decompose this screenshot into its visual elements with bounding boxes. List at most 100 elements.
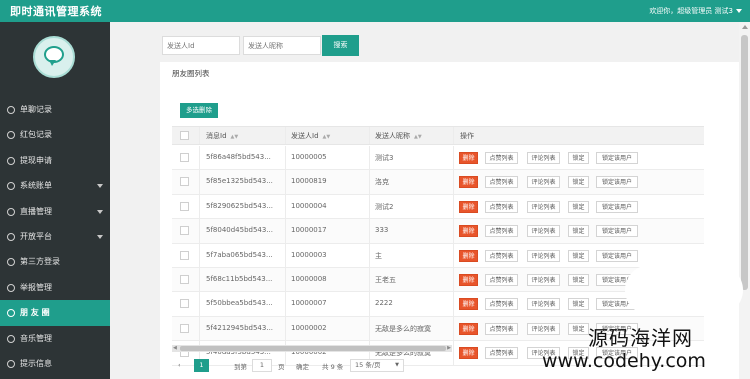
row-checkbox[interactable] — [180, 323, 189, 333]
header-sender-id[interactable]: 发送人Id ▲▼ — [291, 131, 330, 141]
sort-icon: ▲▼ — [322, 134, 331, 140]
cell-sender-name: 王老五 — [375, 276, 396, 284]
row-checkbox[interactable] — [180, 177, 189, 187]
cell-msg-id: 5f85e1325bd543... — [206, 177, 273, 186]
sidebar-item-6[interactable]: 第三方登录 — [0, 249, 110, 274]
likes-list-button[interactable]: 点赞列表 — [485, 200, 518, 213]
delete-button[interactable]: 删除 — [459, 176, 478, 189]
row-checkbox[interactable] — [180, 201, 189, 211]
lock-button[interactable]: 锁定 — [568, 200, 589, 213]
lock-user-button[interactable]: 锁定该用户 — [596, 152, 638, 164]
table-row: 5f8290625bd543... 10000004 测试2 删除 点赞列表 评论列表 锁定… — [172, 194, 704, 220]
table-row: 5f7aba065bd543... 10000003 主 删除 点赞列表 评论列表 锁定 锁定… — [172, 243, 704, 268]
lock-button[interactable]: 锁定 — [568, 249, 589, 262]
prev-page-button[interactable]: ‹ — [178, 361, 181, 369]
sidebar-item-2[interactable]: 提现申请 — [0, 148, 110, 173]
row-checkbox[interactable] — [180, 250, 189, 260]
row-checkbox[interactable] — [180, 153, 189, 162]
comments-list-button[interactable]: 评论列表 — [527, 298, 560, 311]
lock-button[interactable]: 锁定 — [568, 298, 589, 311]
cell-msg-id: 5f4212945bd543... — [206, 323, 274, 332]
sidebar-item-1[interactable]: 红包记录 — [0, 122, 110, 147]
scrollbar-thumb[interactable] — [741, 35, 748, 290]
sidebar-item-8[interactable]: 朋 友 圈 — [0, 300, 110, 326]
goto-label: 到第 — [234, 363, 247, 371]
sidebar-item-5[interactable]: 开放平台 — [0, 224, 110, 249]
vertical-scrollbar[interactable] — [739, 22, 750, 379]
delete-button[interactable]: 删除 — [459, 200, 478, 213]
cell-sender-id: 10000017 — [291, 226, 327, 235]
delete-button[interactable]: 删除 — [459, 152, 478, 164]
current-page[interactable]: 1 — [194, 359, 209, 372]
bulk-delete-button[interactable]: 多选删除 — [180, 103, 218, 118]
delete-button[interactable]: 删除 — [459, 249, 478, 262]
likes-list-button[interactable]: 点赞列表 — [485, 152, 518, 164]
cell-sender-name: 测试3 — [375, 154, 394, 162]
sidebar-item-label: 红包记录 — [20, 130, 52, 140]
sidebar-item-0[interactable]: 单聊记录 — [0, 97, 110, 122]
lock-button[interactable]: 锁定 — [568, 322, 589, 335]
likes-list-button[interactable]: 点赞列表 — [485, 347, 518, 360]
likes-list-button[interactable]: 点赞列表 — [485, 249, 518, 262]
goto-page-input[interactable]: 1 — [252, 359, 272, 372]
comments-list-button[interactable]: 评论列表 — [527, 200, 560, 213]
comments-list-button[interactable]: 评论列表 — [527, 274, 560, 286]
sender-name-input[interactable] — [243, 36, 321, 55]
circle-icon — [7, 131, 15, 140]
delete-button[interactable]: 删除 — [459, 347, 478, 360]
delete-button[interactable]: 删除 — [459, 298, 478, 311]
likes-list-button[interactable]: 点赞列表 — [485, 322, 518, 335]
sender-id-input[interactable] — [162, 36, 240, 55]
sidebar-item-10[interactable]: 提示信息 — [0, 351, 110, 376]
likes-list-button[interactable]: 点赞列表 — [485, 225, 518, 238]
sidebar-item-7[interactable]: 举报管理 — [0, 275, 110, 300]
circle-icon — [7, 182, 15, 191]
cell-sender-id: 10000007 — [291, 299, 327, 308]
lock-button[interactable]: 锁定 — [568, 176, 589, 189]
horizontal-scrollbar[interactable]: ◀ ▶ — [172, 345, 452, 352]
lock-user-button[interactable]: 锁定该用户 — [596, 249, 638, 262]
scroll-up-icon[interactable] — [742, 25, 748, 29]
sidebar-item-label: 单聊记录 — [20, 105, 52, 114]
lock-button[interactable]: 锁定 — [568, 152, 589, 164]
scroll-right-icon[interactable]: ▶ — [447, 345, 451, 352]
cell-sender-name: 2222 — [375, 299, 393, 308]
header-msg-id[interactable]: 消息Id ▲▼ — [206, 131, 238, 141]
delete-button[interactable]: 删除 — [459, 322, 478, 335]
lock-button[interactable]: 锁定 — [568, 225, 589, 238]
select-all-checkbox[interactable] — [180, 131, 189, 140]
cell-msg-id: 5f7aba065bd543... — [206, 250, 273, 259]
search-button[interactable]: 搜索 — [322, 35, 359, 56]
likes-list-button[interactable]: 点赞列表 — [485, 298, 518, 311]
lock-user-button[interactable]: 锁定该用户 — [596, 200, 638, 213]
comments-list-button[interactable]: 评论列表 — [527, 322, 560, 335]
lock-user-button[interactable]: 锁定该用户 — [596, 225, 638, 238]
likes-list-button[interactable]: 点赞列表 — [485, 274, 518, 286]
lock-button[interactable]: 锁定 — [568, 274, 589, 286]
cell-sender-name: 洛克 — [375, 178, 389, 187]
row-checkbox[interactable] — [180, 226, 189, 236]
cell-sender-name: 333 — [375, 226, 389, 235]
comments-list-button[interactable]: 评论列表 — [527, 176, 560, 189]
page-size-select[interactable]: 15 条/页 ▼ — [350, 359, 404, 372]
comments-list-button[interactable]: 评论列表 — [527, 249, 560, 262]
row-checkbox[interactable] — [180, 299, 189, 309]
scroll-left-icon[interactable]: ◀ — [173, 345, 177, 352]
comments-list-button[interactable]: 评论列表 — [527, 225, 560, 238]
lock-user-button[interactable]: 锁定该用户 — [596, 176, 638, 189]
likes-list-button[interactable]: 点赞列表 — [485, 176, 518, 189]
header-sender-name[interactable]: 发送人昵称 ▲▼ — [375, 131, 422, 141]
scrollbar-thumb[interactable] — [180, 346, 446, 351]
user-menu[interactable]: 欢迎你，超级管理员 测试3 — [649, 6, 742, 16]
sidebar-item-4[interactable]: 直播管理 — [0, 199, 110, 224]
sidebar-item-9[interactable]: 音乐管理 — [0, 326, 110, 351]
table-row: 5f86a48f5bd543... 10000005 测试3 删除 点赞列表 评论列表 锁定… — [172, 146, 704, 171]
chevron-down-icon — [97, 209, 103, 214]
row-checkbox[interactable] — [180, 275, 189, 284]
confirm-button[interactable]: 确定 — [296, 361, 309, 371]
delete-button[interactable]: 删除 — [459, 274, 478, 286]
delete-button[interactable]: 删除 — [459, 225, 478, 238]
sort-icon: ▲▼ — [414, 134, 422, 140]
sidebar-item-3[interactable]: 系统账单 — [0, 173, 110, 198]
comments-list-button[interactable]: 评论列表 — [527, 152, 560, 164]
